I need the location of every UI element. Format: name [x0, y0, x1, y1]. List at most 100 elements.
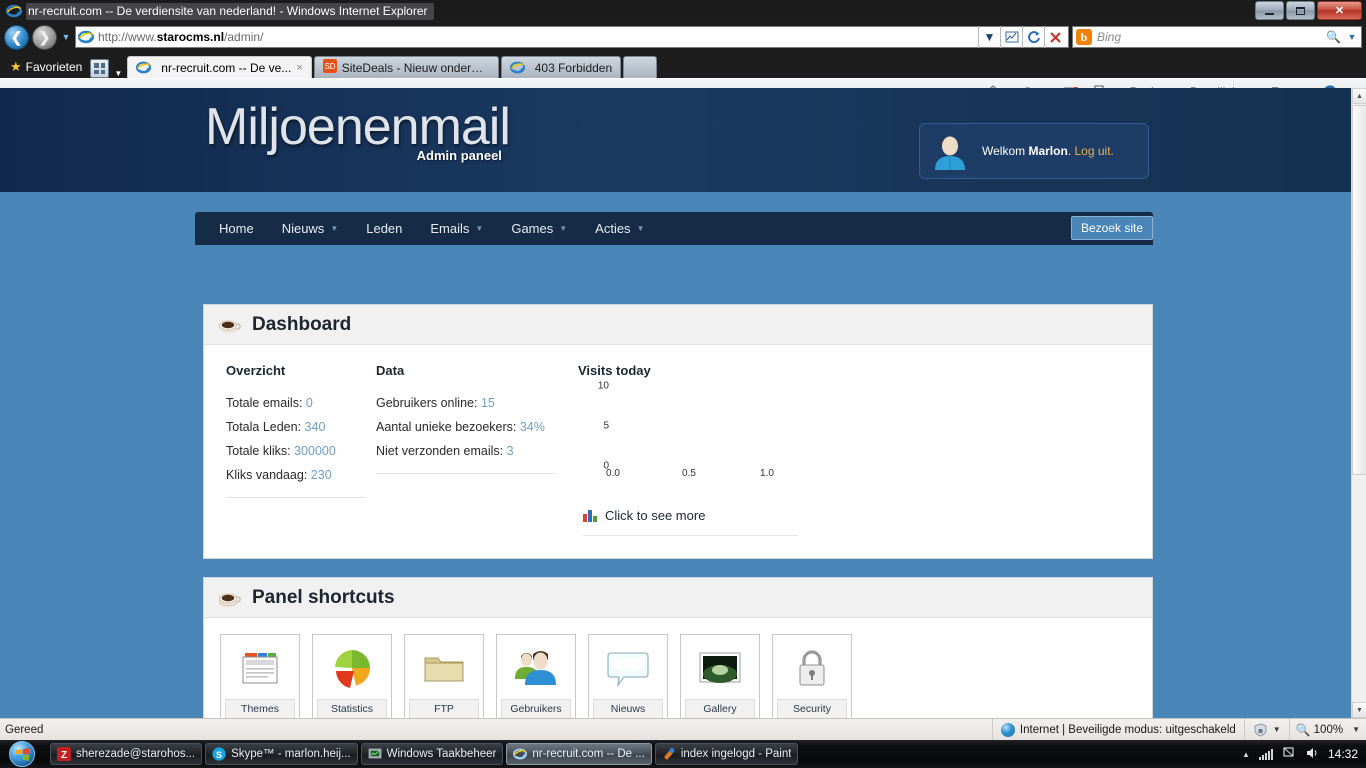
- stat-value: 3: [506, 444, 514, 458]
- user-avatar-icon: [928, 129, 972, 173]
- stat-label: Niet verzonden emails:: [376, 444, 504, 458]
- status-bar: Gereed Internet | Beveiligde modus: uitg…: [0, 718, 1366, 741]
- taskbar-item-skype[interactable]: S Skype™ - marlon.heij...: [205, 743, 358, 765]
- chevron-down-icon[interactable]: ▼: [111, 69, 125, 78]
- stop-icon[interactable]: [1044, 26, 1066, 48]
- chevron-down-icon[interactable]: ▼: [1273, 725, 1281, 734]
- logout-link[interactable]: Log uit.: [1075, 144, 1114, 158]
- url-prefix: http://www.: [98, 30, 157, 44]
- minimize-button[interactable]: [1255, 1, 1284, 20]
- chevron-down-icon[interactable]: ▼: [978, 26, 1000, 48]
- themes-icon: [236, 644, 284, 692]
- overzicht-list: Totale emails: 0 Totala Leden: 340 Total…: [226, 391, 366, 487]
- scroll-up-icon[interactable]: ▲: [1352, 88, 1366, 104]
- shortcut-label: Statistics: [317, 699, 387, 718]
- address-input[interactable]: http://www.starocms.nl/admin/ ▼: [75, 26, 1069, 48]
- browser-tab-1[interactable]: SD SiteDeals - Nieuw onderwe...: [313, 56, 499, 78]
- svg-text:SD: SD: [324, 62, 335, 71]
- flag-icon[interactable]: [1282, 746, 1296, 763]
- nav-label: Nieuws: [281, 221, 325, 236]
- nav-label: Acties: [595, 221, 631, 236]
- zoom-level: 100%: [1313, 723, 1344, 736]
- search-input[interactable]: b Bing 🔍 ▼: [1072, 26, 1362, 48]
- signal-icon[interactable]: [1258, 748, 1273, 760]
- click-to-see-more-link[interactable]: Click to see more: [583, 508, 811, 523]
- taskbar-item-taskmanager[interactable]: Windows Taakbeheer: [360, 743, 504, 765]
- start-button[interactable]: [2, 741, 42, 767]
- shortcut-ftp[interactable]: FTP: [404, 634, 484, 718]
- shortcut-security[interactable]: Security: [772, 634, 852, 718]
- stat-label: Gebruikers online:: [376, 396, 478, 410]
- stat-label: Kliks vandaag:: [226, 468, 308, 482]
- window-title: nr-recruit.com -- De verdiensite van ned…: [26, 2, 434, 20]
- star-icon: ★: [10, 59, 22, 74]
- scroll-down-icon[interactable]: ▼: [1352, 702, 1366, 718]
- stat-value: 340: [304, 420, 326, 434]
- new-tab-button[interactable]: [623, 56, 658, 78]
- list-item: Totala Leden: 340: [226, 415, 366, 439]
- browser-tab-2[interactable]: 403 Forbidden: [500, 56, 622, 78]
- shortcut-statistics[interactable]: Statistics: [312, 634, 392, 718]
- favorites-bar-icon[interactable]: [90, 59, 110, 78]
- coffee-cup-icon: [218, 589, 242, 607]
- page-scrollbar[interactable]: ▲ ▼: [1351, 88, 1366, 718]
- svg-text:S: S: [216, 750, 222, 760]
- nav-label: Leden: [366, 221, 403, 236]
- stat-value: 230: [310, 468, 332, 482]
- windows-taskbar: Z sherezade@starohos... S Skype™ - marlo…: [0, 740, 1366, 768]
- speaker-icon[interactable]: [1305, 746, 1319, 763]
- security-zone[interactable]: Internet | Beveiligde modus: uitgeschake…: [991, 718, 1244, 741]
- nav-item-leden[interactable]: Leden: [352, 212, 416, 245]
- compatibility-view-icon[interactable]: [1000, 26, 1022, 48]
- nav-label: Games: [511, 221, 554, 236]
- taskbar-item-paint[interactable]: index ingelogd - Paint: [654, 743, 799, 765]
- stat-label: Aantal unieke bezoekers:: [376, 420, 517, 434]
- data-column: Data Gebruikers online: 15 Aantal unieke…: [376, 363, 566, 536]
- taskbar-item-filezilla[interactable]: Z sherezade@starohos...: [50, 743, 203, 765]
- protected-mode-indicator[interactable]: ▼: [1243, 718, 1289, 741]
- shortcut-label: Security: [777, 699, 847, 718]
- address-url-text: http://www.starocms.nl/admin/: [98, 30, 974, 44]
- forward-button[interactable]: ❯: [32, 24, 57, 50]
- taskbar-label: Windows Taakbeheer: [386, 748, 497, 760]
- shortcut-gallery[interactable]: Gallery: [680, 634, 760, 718]
- nav-item-emails[interactable]: Emails ▼: [416, 212, 497, 245]
- list-item: Kliks vandaag: 230: [226, 463, 366, 487]
- browser-tab-0[interactable]: nr-recruit.com -- De ve... ×: [127, 56, 312, 78]
- bar-chart-icon: [583, 509, 598, 522]
- system-clock[interactable]: 14:32: [1328, 747, 1358, 761]
- data-heading: Data: [376, 363, 405, 378]
- shortcut-nieuws[interactable]: Nieuws: [588, 634, 668, 718]
- nav-item-games[interactable]: Games ▼: [497, 212, 581, 245]
- search-icon[interactable]: 🔍: [1326, 30, 1341, 44]
- show-hidden-icons-button[interactable]: ▲: [1242, 750, 1250, 759]
- ie-icon: [513, 748, 528, 760]
- globe-icon: [1000, 722, 1015, 737]
- shortcuts-grid: Themes Statistics FTP Gebruikers Nieuws …: [204, 618, 1152, 718]
- magnifier-icon: 🔍: [1295, 722, 1311, 737]
- y-tick-label: 10: [597, 380, 609, 392]
- search-provider-dropdown[interactable]: ▼: [1346, 32, 1358, 42]
- recent-pages-dropdown[interactable]: ▼: [60, 32, 72, 42]
- scrollbar-thumb[interactable]: [1352, 105, 1366, 475]
- shortcut-themes[interactable]: Themes: [220, 634, 300, 718]
- favorites-button[interactable]: ★ Favorieten: [4, 56, 88, 78]
- taskbar-item-internet-explorer[interactable]: nr-recruit.com -- De ...: [506, 743, 652, 765]
- shortcut-gebruikers[interactable]: Gebruikers: [496, 634, 576, 718]
- address-bar-buttons: ▼: [978, 26, 1066, 48]
- refresh-icon[interactable]: [1022, 26, 1044, 48]
- chevron-down-icon[interactable]: ▼: [1352, 725, 1360, 734]
- close-button[interactable]: ✕: [1317, 1, 1362, 20]
- zoom-control[interactable]: 🔍 100% ▼: [1288, 718, 1366, 741]
- data-list: Gebruikers online: 15 Aantal unieke bezo…: [376, 391, 556, 463]
- close-icon[interactable]: ×: [296, 62, 302, 74]
- page-content: Dashboard Overzicht Totale emails: 0 Tot…: [203, 304, 1153, 718]
- nav-item-nieuws[interactable]: Nieuws ▼: [268, 212, 353, 245]
- back-button[interactable]: ❮: [4, 24, 29, 50]
- maximize-button[interactable]: [1286, 1, 1315, 20]
- skype-icon: S: [212, 747, 226, 761]
- visit-site-button[interactable]: Bezoek site: [1070, 216, 1153, 240]
- nav-item-home[interactable]: Home: [205, 212, 268, 245]
- nav-item-acties[interactable]: Acties ▼: [581, 212, 658, 245]
- dashboard-panel: Dashboard Overzicht Totale emails: 0 Tot…: [203, 304, 1153, 559]
